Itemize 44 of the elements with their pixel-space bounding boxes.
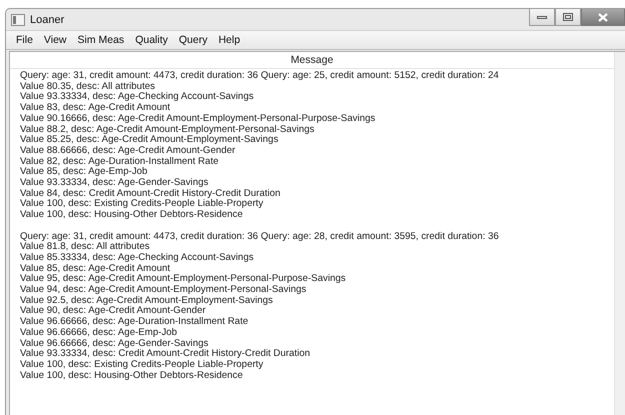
message-line: Value 92.5, desc: Age-Credit Amount-Employment-Savings xyxy=(20,296,274,306)
message-line: Value 85, desc: Age-Credit Amount xyxy=(20,264,172,274)
app-icon xyxy=(11,14,25,26)
message-line: Value 85, desc: Age-Emp-Job xyxy=(20,167,148,178)
message-line: Value 100, desc: Housing-Other Debtors-Residence xyxy=(20,210,244,221)
message-line: Value 83, desc: Age-Credit Amount xyxy=(20,103,172,114)
message-line: Value 96.66666, desc: Age-Emp-Job xyxy=(20,328,178,339)
message-line: Value 100, desc: Existing Credits-People Liable-Property xyxy=(20,360,264,371)
maximize-icon xyxy=(563,13,573,21)
menu-item[interactable]: Query xyxy=(174,33,212,47)
message-line: Value 90.16666, desc: Age-Credit Amount-Employment-Personal-Purpose-Savings xyxy=(20,114,376,125)
close-button[interactable] xyxy=(581,9,625,26)
message-line: Value 85.33334, desc: Age-Checking Account-Savings xyxy=(20,252,255,264)
message-line: Value 88.2, desc: Age-Credit Amount-Employment-Personal-Savings xyxy=(20,124,316,135)
message-line: Value 81.8, desc: All attributes xyxy=(20,242,151,253)
message-line: Value 85.25, desc: Age-Credit Amount-Employment-Savings xyxy=(20,135,280,146)
message-line: Value 90, desc: Age-Credit Amount-Gender xyxy=(20,306,207,317)
menu-item[interactable]: Quality xyxy=(130,33,173,47)
minimize-button[interactable] xyxy=(529,9,555,26)
message-line: Query: age: 31, credit amount: 4473, credit duration: 36 Query: age: 25, credit amount: 5152, credit duration: 24 xyxy=(20,71,500,82)
message-line: Query: age: 31, credit amount: 4473, credit duration: 36 Query: age: 28, credit amount: 3595, credit duration: 36 xyxy=(20,232,500,242)
message-line: Value 82, desc: Age-Duration-Installment Rate xyxy=(20,156,220,167)
window-title: Loaner xyxy=(30,14,64,26)
message-line: Value 93.33334, desc: Age-Checking Account-Savings xyxy=(20,92,255,103)
message-line: Value 100, desc: Existing Credits-People Liable-Property xyxy=(20,199,264,210)
column-header: Message xyxy=(10,52,614,69)
message-line: Value 88.66666, desc: Age-Credit Amount-Gender xyxy=(20,146,236,157)
message-line: Value 96.66666, desc: Age-Duration-Installment Rate xyxy=(20,317,250,328)
message-line: Value 94, desc: Age-Credit Amount-Employment-Personal-Savings xyxy=(20,285,308,296)
message-line: Value 100, desc: Housing-Other Debtors-Residence xyxy=(20,370,244,382)
menu-item[interactable]: View xyxy=(38,33,72,47)
message-line: Value 95, desc: Age-Credit Amount-Employment-Personal-Purpose-Savings xyxy=(20,274,347,285)
menu-item[interactable]: Sim Meas xyxy=(72,33,130,47)
message-line: Value 84, desc: Credit Amount-Credit History-Credit Duration xyxy=(20,188,282,199)
close-icon xyxy=(598,12,608,22)
message-line: Value 93.33334, desc: Credit Amount-Credit History-Credit Duration xyxy=(20,349,312,360)
menu-item[interactable]: Help xyxy=(213,33,246,47)
message-line: Value 80.35, desc: All attributes xyxy=(20,82,156,92)
message-line: Value 96.66666, desc: Age-Gender-Savings xyxy=(20,338,210,349)
minimize-icon xyxy=(537,14,547,20)
menu-item[interactable]: File xyxy=(11,33,38,47)
maximize-button[interactable] xyxy=(555,9,581,26)
message-line: Value 93.33334, desc: Age-Gender-Savings xyxy=(20,178,210,189)
scrollbar[interactable] xyxy=(614,52,625,415)
